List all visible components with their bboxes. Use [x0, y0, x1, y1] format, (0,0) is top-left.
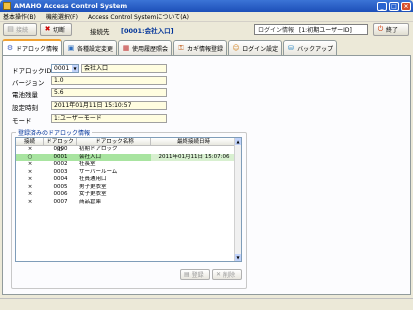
menu-bar: 基本操作(B) 機能選択(F) Access Control Systemについ…: [0, 12, 413, 22]
menu-function[interactable]: 機能選択(F): [46, 12, 78, 21]
register-icon: ▤: [184, 271, 190, 278]
tab-strip: ⚙ ドアロック情報 ▣ 各種設定変更 ▦ 使用履歴照会 ⚿ カギ情報登録 ☺ ロ…: [2, 39, 411, 55]
login-label: ログイン情報: [258, 27, 295, 34]
tab-history[interactable]: ▦ 使用履歴照会: [118, 40, 173, 55]
key-icon: ⚿: [178, 44, 184, 52]
column-header[interactable]: 最終接続日時: [151, 138, 237, 145]
table-row[interactable]: ○ 0001 会社入口 2011年01月11日 15:07:06: [16, 153, 241, 161]
lock-icon: ⚙: [6, 44, 14, 52]
table-row[interactable]: × 0004 社員通用口: [16, 176, 241, 184]
column-header[interactable]: ドアロックID: [44, 138, 77, 153]
doorlock-id-label: ドアロックID: [12, 67, 52, 75]
connect-icon: ▤: [7, 25, 14, 33]
doorlock-info-panel: ドアロックID 0001 ▼ 会社入口 バージョン 1.0 電池残量 5.6 設…: [2, 55, 411, 295]
battery-label: 電池残量: [12, 91, 38, 99]
register-button[interactable]: ▤ 登録: [180, 269, 210, 280]
table-row[interactable]: × 0006 女子更衣室: [16, 191, 241, 199]
tab-login-settings[interactable]: ☺ ログイン設定: [228, 40, 283, 55]
maximize-button[interactable]: □: [389, 1, 399, 11]
doorlock-name-field: 会社入口: [81, 64, 167, 73]
scroll-up-icon[interactable]: ▲: [235, 138, 241, 145]
login-icon: ☺: [232, 44, 240, 52]
destination-label: 接続先: [90, 28, 110, 36]
mode-field: 1:ユーザーモード: [51, 114, 167, 123]
version-field: 1.0: [51, 76, 167, 85]
registered-doorlocks-title: 登録済みのドアロック情報: [16, 128, 93, 137]
doorlock-table[interactable]: 接続 ドアロックID ドアロック名称 最終接続日時 × 0000 初期ドアロック…: [15, 137, 242, 262]
table-row[interactable]: × 0000 初期ドアロック: [16, 146, 241, 154]
disconnect-icon: ✖: [44, 25, 51, 33]
login-info: ログイン情報 [1:初期ユーザーID]: [254, 24, 368, 35]
scroll-down-icon[interactable]: ▼: [235, 254, 241, 261]
status-bar: [0, 298, 413, 310]
table-scrollbar[interactable]: ▲ ▼: [234, 138, 241, 261]
tab-key-register[interactable]: ⚿ カギ情報登録: [173, 40, 228, 55]
minimize-button[interactable]: _: [377, 1, 387, 11]
delete-icon: ✕: [216, 271, 222, 278]
tab-settings[interactable]: ▣ 各種設定変更: [63, 40, 118, 55]
app-icon: [3, 2, 11, 10]
exit-button[interactable]: ⏻ 終了: [373, 23, 409, 36]
doorlock-id-select[interactable]: 0001 ▼: [51, 64, 79, 73]
delete-button[interactable]: ✕ 削除: [212, 269, 242, 280]
toolbar: ▤ 接続 ✖ 切断 接続先 [0001:会社入口] ログイン情報 [1:初期ユー…: [0, 22, 413, 38]
table-row[interactable]: × 0002 社長室: [16, 161, 241, 169]
settings-icon: ▣: [67, 44, 75, 52]
exit-icon: ⏻: [377, 25, 384, 33]
column-header[interactable]: 接続: [16, 138, 44, 145]
table-row[interactable]: × 0003 サーバールーム: [16, 169, 241, 177]
window-title: AMAHO Access Control System: [14, 2, 128, 10]
menu-about[interactable]: Access Control Systemについて(A): [88, 12, 189, 21]
login-value: [1:初期ユーザーID]: [299, 27, 352, 34]
backup-icon: ⛁: [288, 44, 295, 52]
battery-field: 5.6: [51, 88, 167, 97]
close-button[interactable]: ×: [401, 1, 411, 11]
tab-backup[interactable]: ⛁ バックアップ: [283, 40, 338, 55]
title-bar: AMAHO Access Control System _ □ ×: [0, 0, 413, 12]
tab-doorlock-info[interactable]: ⚙ ドアロック情報: [2, 39, 63, 55]
column-header[interactable]: ドアロック名称: [77, 138, 151, 145]
destination-value: [0001:会社入口]: [121, 27, 174, 35]
clock-label: 設定時刻: [12, 104, 38, 112]
table-row[interactable]: × 0005 男子更衣室: [16, 184, 241, 192]
table-header: 接続 ドアロックID ドアロック名称 最終接続日時: [16, 138, 241, 153]
chevron-down-icon: ▼: [72, 65, 78, 72]
table-row[interactable]: × 0007 商品倉庫: [16, 199, 241, 207]
disconnect-button[interactable]: ✖ 切断: [40, 23, 72, 36]
menu-basic[interactable]: 基本操作(B): [3, 12, 36, 21]
mode-label: モード: [12, 117, 32, 125]
version-label: バージョン: [12, 79, 45, 87]
clock-field: 2011年01月11日 15:10:57: [51, 101, 167, 110]
registered-doorlocks-group: 登録済みのドアロック情報 接続 ドアロックID ドアロック名称 最終接続日時 ×…: [11, 128, 247, 289]
history-icon: ▦: [122, 44, 130, 52]
connect-button[interactable]: ▤ 接続: [3, 23, 37, 36]
